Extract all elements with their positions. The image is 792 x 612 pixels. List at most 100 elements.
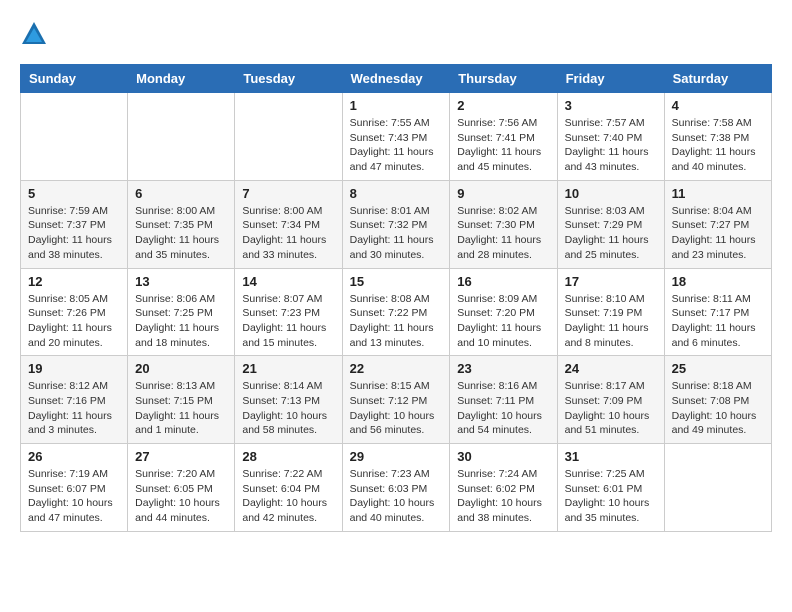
- weekday-header-friday: Friday: [557, 65, 664, 93]
- calendar-table: SundayMondayTuesdayWednesdayThursdayFrid…: [20, 64, 772, 532]
- day-info: Sunrise: 8:11 AM Sunset: 7:17 PM Dayligh…: [672, 292, 764, 351]
- calendar-cell: [664, 444, 771, 532]
- calendar-cell: 8 Sunrise: 8:01 AM Sunset: 7:32 PM Daylig…: [342, 180, 450, 268]
- calendar-cell: 15 Sunrise: 8:08 AM Sunset: 7:22 PM Dayli…: [342, 268, 450, 356]
- day-info: Sunrise: 8:08 AM Sunset: 7:22 PM Dayligh…: [350, 292, 443, 351]
- day-number: 10: [565, 186, 657, 201]
- day-info: Sunrise: 8:10 AM Sunset: 7:19 PM Dayligh…: [565, 292, 657, 351]
- calendar-cell: 27Sunrise: 7:20 AM Sunset: 6:05 PM Dayli…: [128, 444, 235, 532]
- day-info: Sunrise: 7:55 AM Sunset: 7:43 PM Dayligh…: [350, 116, 443, 175]
- day-info: Sunrise: 7:57 AM Sunset: 7:40 PM Dayligh…: [565, 116, 657, 175]
- weekday-header-row: SundayMondayTuesdayWednesdayThursdayFrid…: [21, 65, 772, 93]
- calendar-cell: [235, 93, 342, 181]
- day-info: Sunrise: 7:23 AM Sunset: 6:03 PM Dayligh…: [350, 467, 443, 526]
- day-number: 15: [350, 274, 443, 289]
- calendar-cell: 19 Sunrise: 8:12 AM Sunset: 7:16 PM Dayli…: [21, 356, 128, 444]
- day-number: 9: [457, 186, 549, 201]
- calendar-cell: 25 Sunrise: 8:18 AM Sunset: 7:08 PM Dayli…: [664, 356, 771, 444]
- day-info: Sunrise: 8:06 AM Sunset: 7:25 PM Dayligh…: [135, 292, 227, 351]
- calendar-cell: 6 Sunrise: 8:00 AM Sunset: 7:35 PM Daylig…: [128, 180, 235, 268]
- day-number: 24: [565, 361, 657, 376]
- day-number: 16: [457, 274, 549, 289]
- calendar-cell: 18 Sunrise: 8:11 AM Sunset: 7:17 PM Dayli…: [664, 268, 771, 356]
- day-number: 21: [242, 361, 334, 376]
- day-number: 25: [672, 361, 764, 376]
- calendar-cell: 4 Sunrise: 7:58 AM Sunset: 7:38 PM Daylig…: [664, 93, 771, 181]
- day-number: 17: [565, 274, 657, 289]
- calendar-cell: 9 Sunrise: 8:02 AM Sunset: 7:30 PM Daylig…: [450, 180, 557, 268]
- day-info: Sunrise: 8:04 AM Sunset: 7:27 PM Dayligh…: [672, 204, 764, 263]
- calendar-cell: 21 Sunrise: 8:14 AM Sunset: 7:13 PM Dayli…: [235, 356, 342, 444]
- day-info: Sunrise: 8:17 AM Sunset: 7:09 PM Dayligh…: [565, 379, 657, 438]
- calendar-cell: 7 Sunrise: 8:00 AM Sunset: 7:34 PM Daylig…: [235, 180, 342, 268]
- weekday-header-tuesday: Tuesday: [235, 65, 342, 93]
- page-header: [20, 20, 772, 48]
- day-info: Sunrise: 8:14 AM Sunset: 7:13 PM Dayligh…: [242, 379, 334, 438]
- day-info: Sunrise: 7:25 AM Sunset: 6:01 PM Dayligh…: [565, 467, 657, 526]
- day-info: Sunrise: 7:58 AM Sunset: 7:38 PM Dayligh…: [672, 116, 764, 175]
- day-number: 30: [457, 449, 549, 464]
- week-row-4: 19 Sunrise: 8:12 AM Sunset: 7:16 PM Dayli…: [21, 356, 772, 444]
- day-number: 27: [135, 449, 227, 464]
- calendar-cell: 3 Sunrise: 7:57 AM Sunset: 7:40 PM Daylig…: [557, 93, 664, 181]
- day-info: Sunrise: 7:56 AM Sunset: 7:41 PM Dayligh…: [457, 116, 549, 175]
- day-info: Sunrise: 8:09 AM Sunset: 7:20 PM Dayligh…: [457, 292, 549, 351]
- weekday-header-sunday: Sunday: [21, 65, 128, 93]
- day-number: 8: [350, 186, 443, 201]
- week-row-5: 26 Sunrise: 7:19 AM Sunset: 6:07 PM Dayli…: [21, 444, 772, 532]
- day-number: 26: [28, 449, 120, 464]
- day-info: Sunrise: 7:19 AM Sunset: 6:07 PM Dayligh…: [28, 467, 120, 526]
- calendar-cell: 1 Sunrise: 7:55 AM Sunset: 7:43 PM Daylig…: [342, 93, 450, 181]
- day-number: 1: [350, 98, 443, 113]
- day-number: 29: [350, 449, 443, 464]
- day-number: 2: [457, 98, 549, 113]
- week-row-3: 12Sunrise: 8:05 AM Sunset: 7:26 PM Dayli…: [21, 268, 772, 356]
- calendar-cell: 14Sunrise: 8:07 AM Sunset: 7:23 PM Dayli…: [235, 268, 342, 356]
- calendar-cell: 22Sunrise: 8:15 AM Sunset: 7:12 PM Dayli…: [342, 356, 450, 444]
- day-info: Sunrise: 7:59 AM Sunset: 7:37 PM Dayligh…: [28, 204, 120, 263]
- weekday-header-monday: Monday: [128, 65, 235, 93]
- weekday-header-thursday: Thursday: [450, 65, 557, 93]
- calendar-cell: 5 Sunrise: 7:59 AM Sunset: 7:37 PM Daylig…: [21, 180, 128, 268]
- calendar-cell: [21, 93, 128, 181]
- calendar-cell: 23Sunrise: 8:16 AM Sunset: 7:11 PM Dayli…: [450, 356, 557, 444]
- calendar-cell: 24 Sunrise: 8:17 AM Sunset: 7:09 PM Dayli…: [557, 356, 664, 444]
- day-number: 3: [565, 98, 657, 113]
- day-info: Sunrise: 8:18 AM Sunset: 7:08 PM Dayligh…: [672, 379, 764, 438]
- day-number: 28: [242, 449, 334, 464]
- day-info: Sunrise: 7:24 AM Sunset: 6:02 PM Dayligh…: [457, 467, 549, 526]
- calendar-cell: 31 Sunrise: 7:25 AM Sunset: 6:01 PM Dayli…: [557, 444, 664, 532]
- day-info: Sunrise: 8:00 AM Sunset: 7:35 PM Dayligh…: [135, 204, 227, 263]
- day-info: Sunrise: 8:07 AM Sunset: 7:23 PM Dayligh…: [242, 292, 334, 351]
- day-number: 19: [28, 361, 120, 376]
- calendar-cell: 12Sunrise: 8:05 AM Sunset: 7:26 PM Dayli…: [21, 268, 128, 356]
- day-number: 11: [672, 186, 764, 201]
- weekday-header-saturday: Saturday: [664, 65, 771, 93]
- calendar-cell: 28Sunrise: 7:22 AM Sunset: 6:04 PM Dayli…: [235, 444, 342, 532]
- day-info: Sunrise: 8:16 AM Sunset: 7:11 PM Dayligh…: [457, 379, 549, 438]
- day-info: Sunrise: 8:01 AM Sunset: 7:32 PM Dayligh…: [350, 204, 443, 263]
- calendar-cell: 2 Sunrise: 7:56 AM Sunset: 7:41 PM Daylig…: [450, 93, 557, 181]
- day-number: 18: [672, 274, 764, 289]
- logo: [20, 20, 52, 48]
- day-number: 12: [28, 274, 120, 289]
- logo-icon: [20, 20, 48, 48]
- week-row-2: 5 Sunrise: 7:59 AM Sunset: 7:37 PM Daylig…: [21, 180, 772, 268]
- calendar-cell: 30 Sunrise: 7:24 AM Sunset: 6:02 PM Dayli…: [450, 444, 557, 532]
- day-number: 22: [350, 361, 443, 376]
- day-number: 13: [135, 274, 227, 289]
- day-number: 5: [28, 186, 120, 201]
- day-info: Sunrise: 8:02 AM Sunset: 7:30 PM Dayligh…: [457, 204, 549, 263]
- day-number: 6: [135, 186, 227, 201]
- calendar-cell: [128, 93, 235, 181]
- day-info: Sunrise: 8:12 AM Sunset: 7:16 PM Dayligh…: [28, 379, 120, 438]
- day-number: 4: [672, 98, 764, 113]
- calendar-cell: 10 Sunrise: 8:03 AM Sunset: 7:29 PM Dayli…: [557, 180, 664, 268]
- day-info: Sunrise: 8:03 AM Sunset: 7:29 PM Dayligh…: [565, 204, 657, 263]
- calendar-cell: 20Sunrise: 8:13 AM Sunset: 7:15 PM Dayli…: [128, 356, 235, 444]
- day-number: 31: [565, 449, 657, 464]
- calendar-cell: 11 Sunrise: 8:04 AM Sunset: 7:27 PM Dayli…: [664, 180, 771, 268]
- day-number: 7: [242, 186, 334, 201]
- day-info: Sunrise: 8:00 AM Sunset: 7:34 PM Dayligh…: [242, 204, 334, 263]
- calendar-cell: 16 Sunrise: 8:09 AM Sunset: 7:20 PM Dayli…: [450, 268, 557, 356]
